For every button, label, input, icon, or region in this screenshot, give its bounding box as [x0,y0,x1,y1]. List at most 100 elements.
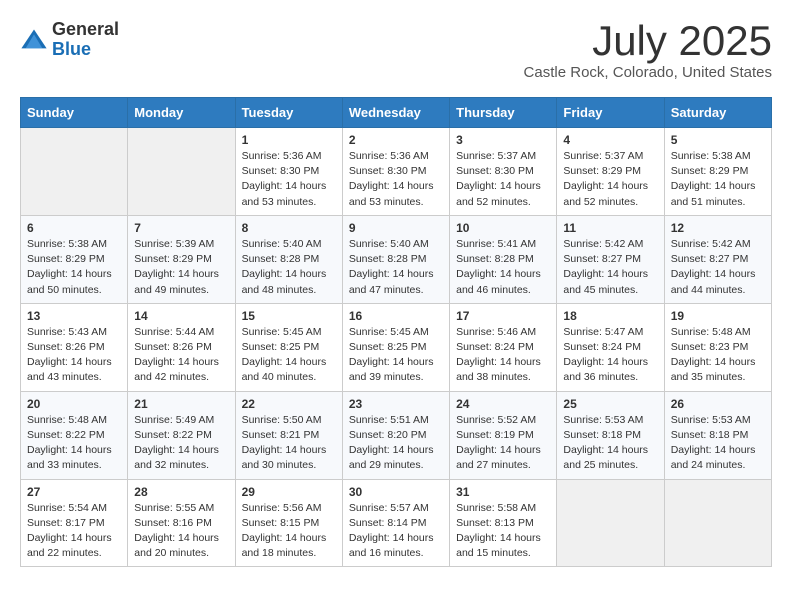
weekday-header-tuesday: Tuesday [235,98,342,128]
day-number: 8 [242,221,336,235]
day-number: 24 [456,397,550,411]
day-info: Sunrise: 5:47 AMSunset: 8:24 PMDaylight:… [563,325,657,386]
calendar-cell: 1 Sunrise: 5:36 AMSunset: 8:30 PMDaylight… [235,128,342,216]
calendar-week-row: 6Sunrise: 5:38 AMSunset: 8:29 PMDaylight… [21,215,772,303]
day-info: Sunrise: 5:50 AMSunset: 8:21 PMDaylight:… [242,413,336,474]
calendar-cell: 7 Sunrise: 5:39 AMSunset: 8:29 PMDaylight… [128,215,235,303]
weekday-header-thursday: Thursday [450,98,557,128]
day-number: 26 [671,397,765,411]
day-number: 11 [563,221,657,235]
calendar-cell: 24Sunrise: 5:52 AMSunset: 8:19 PMDayligh… [450,391,557,479]
calendar-cell: 10 Sunrise: 5:41 AMSunset: 8:28 PMDayligh… [450,215,557,303]
day-number: 17 [456,309,550,323]
day-number: 3 [456,133,550,147]
day-info: Sunrise: 5:46 AMSunset: 8:24 PMDaylight:… [456,325,550,386]
calendar-cell: 21 Sunrise: 5:49 AMSunset: 8:22 PMDayligh… [128,391,235,479]
calendar-cell [128,128,235,216]
calendar-cell: 18 Sunrise: 5:47 AMSunset: 8:24 PMDayligh… [557,303,664,391]
logo-blue-text: Blue [52,40,119,60]
weekday-header-row: SundayMondayTuesdayWednesdayThursdayFrid… [21,98,772,128]
calendar-cell: 17 Sunrise: 5:46 AMSunset: 8:24 PMDayligh… [450,303,557,391]
calendar-cell: 19Sunrise: 5:48 AMSunset: 8:23 PMDayligh… [664,303,771,391]
day-number: 29 [242,485,336,499]
location-text: Castle Rock, Colorado, United States [524,64,772,81]
logo: General Blue [20,20,119,60]
day-info: Sunrise: 5:48 AMSunset: 8:22 PMDaylight:… [27,413,121,474]
day-number: 21 [134,397,228,411]
day-info: Sunrise: 5:53 AMSunset: 8:18 PMDaylight:… [563,413,657,474]
calendar-cell: 28Sunrise: 5:55 AMSunset: 8:16 PMDayligh… [128,479,235,567]
weekday-header-friday: Friday [557,98,664,128]
day-info: Sunrise: 5:49 AMSunset: 8:22 PMDaylight:… [134,413,228,474]
day-info: Sunrise: 5:41 AMSunset: 8:28 PMDaylight:… [456,237,550,298]
day-number: 18 [563,309,657,323]
calendar-cell [664,479,771,567]
logo-text: General Blue [52,20,119,60]
title-block: July 2025 Castle Rock, Colorado, United … [524,20,772,81]
day-info: Sunrise: 5:38 AMSunset: 8:29 PMDaylight:… [671,149,765,210]
calendar-week-row: 20 Sunrise: 5:48 AMSunset: 8:22 PMDayligh… [21,391,772,479]
day-number: 10 [456,221,550,235]
day-number: 12 [671,221,765,235]
day-info: Sunrise: 5:57 AMSunset: 8:14 PMDaylight:… [349,501,443,562]
calendar-cell [557,479,664,567]
day-number: 4 [563,133,657,147]
day-info: Sunrise: 5:38 AMSunset: 8:29 PMDaylight:… [27,237,121,298]
day-number: 14 [134,309,228,323]
calendar-cell: 9 Sunrise: 5:40 AMSunset: 8:28 PMDaylight… [342,215,449,303]
calendar-cell: 3 Sunrise: 5:37 AMSunset: 8:30 PMDaylight… [450,128,557,216]
day-number: 27 [27,485,121,499]
day-info: Sunrise: 5:37 AMSunset: 8:29 PMDaylight:… [563,149,657,210]
day-number: 15 [242,309,336,323]
day-info: Sunrise: 5:39 AMSunset: 8:29 PMDaylight:… [134,237,228,298]
day-info: Sunrise: 5:43 AMSunset: 8:26 PMDaylight:… [27,325,121,386]
day-info: Sunrise: 5:54 AMSunset: 8:17 PMDaylight:… [27,501,121,562]
day-info: Sunrise: 5:53 AMSunset: 8:18 PMDaylight:… [671,413,765,474]
day-number: 16 [349,309,443,323]
day-number: 30 [349,485,443,499]
day-number: 7 [134,221,228,235]
calendar-cell: 15Sunrise: 5:45 AMSunset: 8:25 PMDayligh… [235,303,342,391]
calendar-cell: 12 Sunrise: 5:42 AMSunset: 8:27 PMDayligh… [664,215,771,303]
calendar-cell: 29 Sunrise: 5:56 AMSunset: 8:15 PMDayligh… [235,479,342,567]
day-number: 2 [349,133,443,147]
month-title: July 2025 [524,20,772,62]
day-info: Sunrise: 5:42 AMSunset: 8:27 PMDaylight:… [671,237,765,298]
calendar-cell: 26 Sunrise: 5:53 AMSunset: 8:18 PMDayligh… [664,391,771,479]
day-number: 22 [242,397,336,411]
calendar-cell [21,128,128,216]
day-info: Sunrise: 5:36 AMSunset: 8:30 PMDaylight:… [242,149,336,210]
day-number: 31 [456,485,550,499]
day-info: Sunrise: 5:58 AMSunset: 8:13 PMDaylight:… [456,501,550,562]
day-number: 25 [563,397,657,411]
weekday-header-saturday: Saturday [664,98,771,128]
calendar-cell: 27 Sunrise: 5:54 AMSunset: 8:17 PMDayligh… [21,479,128,567]
logo-general-text: General [52,20,119,40]
day-number: 20 [27,397,121,411]
calendar-cell: 8Sunrise: 5:40 AMSunset: 8:28 PMDaylight… [235,215,342,303]
day-number: 19 [671,309,765,323]
day-number: 1 [242,133,336,147]
day-info: Sunrise: 5:37 AMSunset: 8:30 PMDaylight:… [456,149,550,210]
day-info: Sunrise: 5:36 AMSunset: 8:30 PMDaylight:… [349,149,443,210]
calendar-week-row: 1 Sunrise: 5:36 AMSunset: 8:30 PMDaylight… [21,128,772,216]
calendar-table: SundayMondayTuesdayWednesdayThursdayFrid… [20,97,772,567]
day-number: 23 [349,397,443,411]
calendar-week-row: 13 Sunrise: 5:43 AMSunset: 8:26 PMDayligh… [21,303,772,391]
calendar-cell: 16Sunrise: 5:45 AMSunset: 8:25 PMDayligh… [342,303,449,391]
day-number: 13 [27,309,121,323]
calendar-cell: 4 Sunrise: 5:37 AMSunset: 8:29 PMDaylight… [557,128,664,216]
calendar-cell: 2 Sunrise: 5:36 AMSunset: 8:30 PMDaylight… [342,128,449,216]
day-number: 5 [671,133,765,147]
calendar-week-row: 27 Sunrise: 5:54 AMSunset: 8:17 PMDayligh… [21,479,772,567]
day-number: 9 [349,221,443,235]
day-info: Sunrise: 5:56 AMSunset: 8:15 PMDaylight:… [242,501,336,562]
calendar-cell: 23Sunrise: 5:51 AMSunset: 8:20 PMDayligh… [342,391,449,479]
logo-icon [20,26,48,54]
calendar-cell: 6Sunrise: 5:38 AMSunset: 8:29 PMDaylight… [21,215,128,303]
calendar-cell: 25 Sunrise: 5:53 AMSunset: 8:18 PMDayligh… [557,391,664,479]
calendar-cell: 31 Sunrise: 5:58 AMSunset: 8:13 PMDayligh… [450,479,557,567]
calendar-cell: 22 Sunrise: 5:50 AMSunset: 8:21 PMDayligh… [235,391,342,479]
day-info: Sunrise: 5:40 AMSunset: 8:28 PMDaylight:… [349,237,443,298]
day-info: Sunrise: 5:42 AMSunset: 8:27 PMDaylight:… [563,237,657,298]
